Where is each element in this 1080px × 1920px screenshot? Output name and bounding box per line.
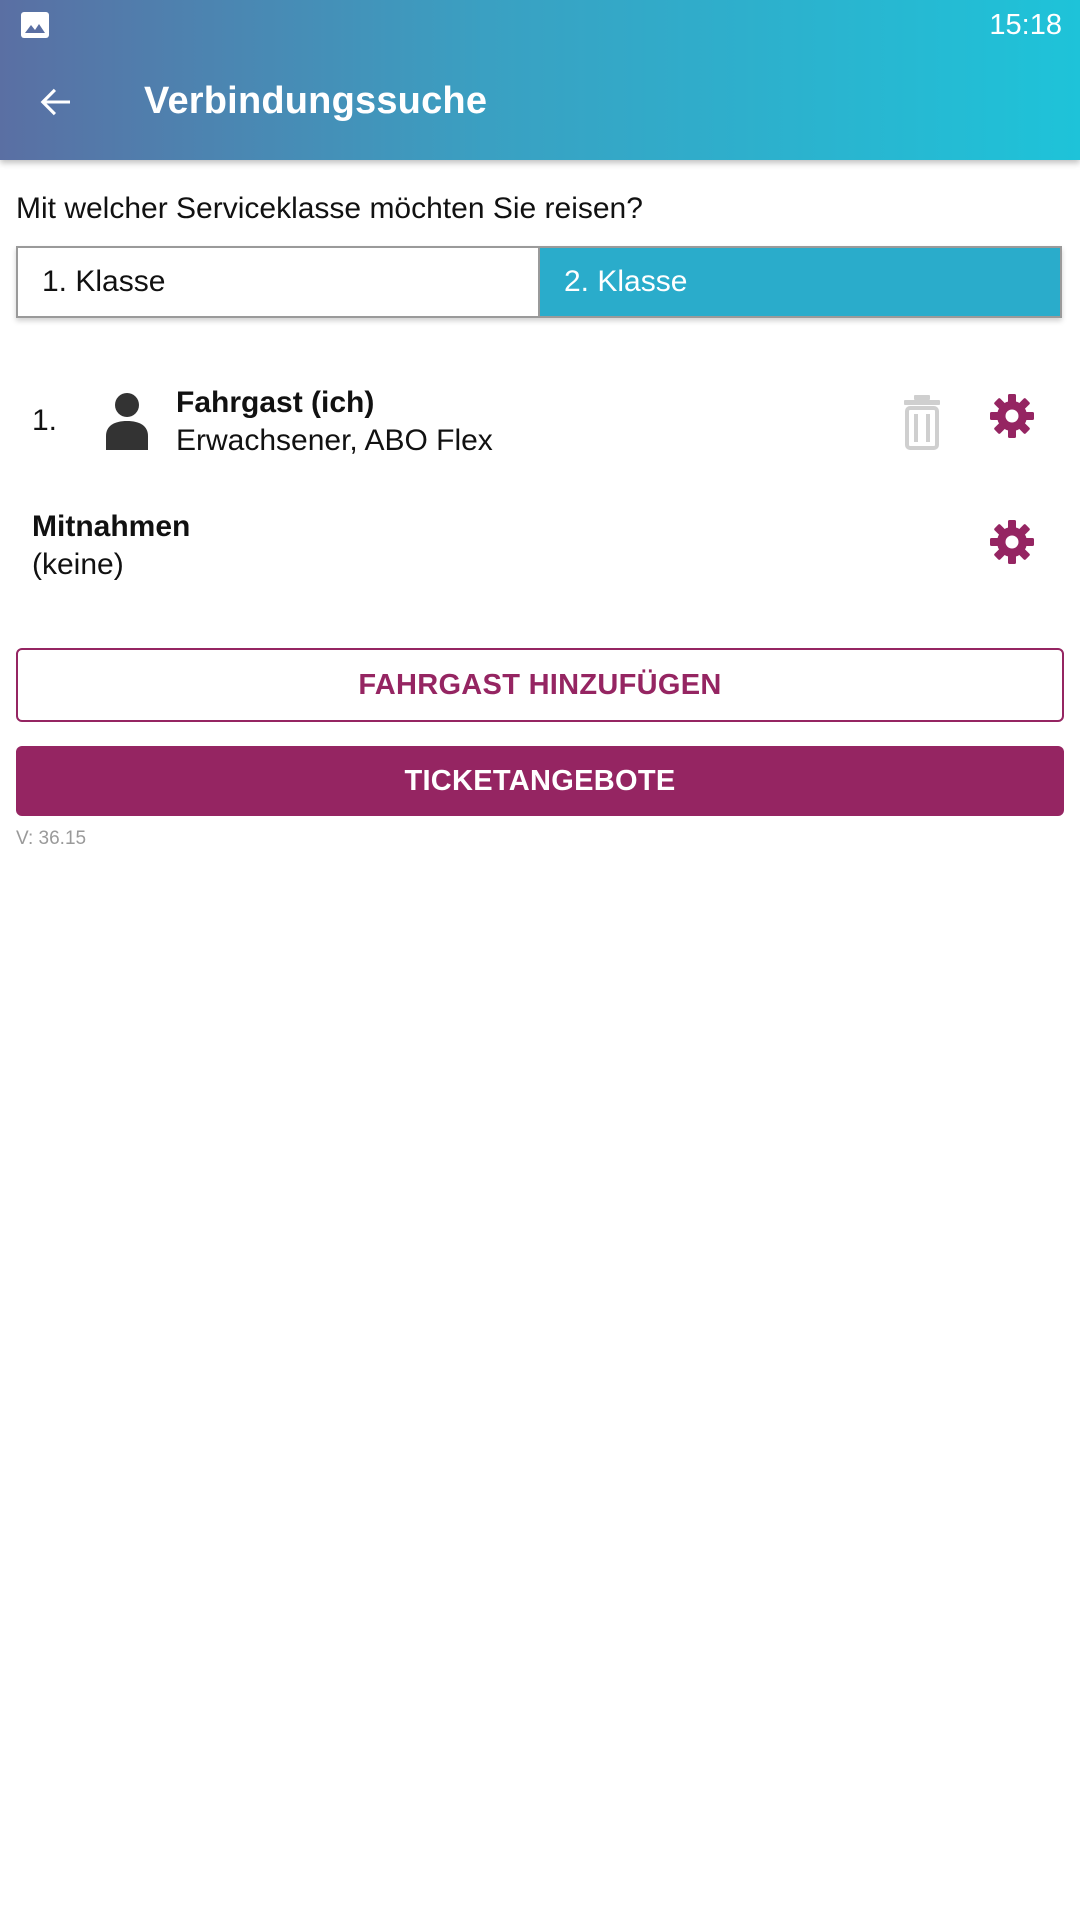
service-class-selector: 1. Klasse 2. Klasse (16, 246, 1062, 318)
status-bar: 15:18 (0, 0, 1080, 50)
mitnahmen-value: (keine) (32, 548, 124, 581)
image-icon (20, 11, 50, 39)
mitnahmen-settings-gear-icon[interactable] (988, 518, 1036, 566)
back-button[interactable] (24, 72, 88, 136)
mitnahmen-title: Mitnahmen (32, 510, 191, 543)
class-option-second[interactable]: 2. Klasse (540, 248, 1060, 316)
trash-icon[interactable] (900, 394, 944, 450)
class-option-first[interactable]: 1. Klasse (18, 248, 540, 316)
arrow-back-icon (36, 82, 76, 127)
passenger-index: 1. (32, 404, 58, 437)
person-icon (104, 392, 150, 450)
page-title: Verbindungssuche (144, 80, 488, 122)
ticket-offers-button[interactable]: TICKETANGEBOTE (16, 746, 1064, 816)
add-passenger-button[interactable]: FAHRGAST HINZUFÜGEN (16, 648, 1064, 722)
passenger-name: Fahrgast (ich) (176, 386, 375, 419)
app-bar: 15:18 Verbindungssuche (0, 0, 1080, 160)
passenger-detail: Erwachsener, ABO Flex (176, 424, 493, 457)
passenger-row: 1. Fahrgast (ich) Erwachsener, ABO Flex (0, 370, 1080, 470)
service-class-question: Mit welcher Serviceklasse möchten Sie re… (16, 192, 643, 225)
status-time: 15:18 (989, 9, 1062, 41)
mitnahmen-row: Mitnahmen (keine) (0, 496, 1080, 596)
passenger-settings-gear-icon[interactable] (988, 392, 1036, 440)
version-label: V: 36.15 (16, 828, 87, 849)
